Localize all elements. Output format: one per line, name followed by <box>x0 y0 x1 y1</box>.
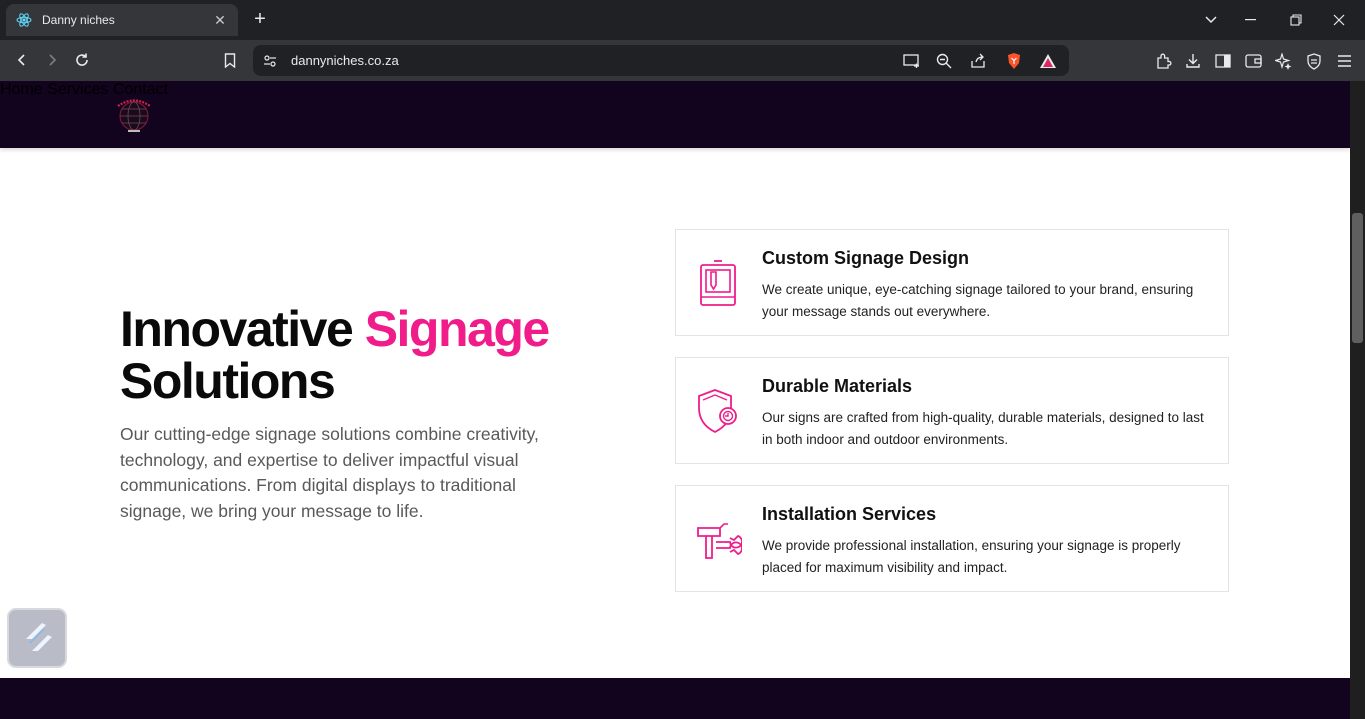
bookmark-icon[interactable] <box>217 48 243 72</box>
reload-button[interactable] <box>69 48 95 72</box>
hero-description: Our cutting-edge signage solutions combi… <box>120 424 539 521</box>
web-page: Home Services Contact Innovative Signage… <box>0 81 1350 719</box>
address-bar[interactable]: dannyniches.co.za <box>253 45 1069 76</box>
cast-icon[interactable] <box>902 52 920 70</box>
minimize-button[interactable] <box>1229 0 1271 40</box>
forward-button[interactable] <box>39 48 65 72</box>
nav-services-link[interactable]: Services <box>47 81 108 98</box>
service-description: We create unique, eye-catching signage t… <box>762 282 1194 319</box>
design-icon <box>700 260 736 306</box>
back-button[interactable] <box>9 48 35 72</box>
hero-title-part2: Solutions <box>120 353 336 409</box>
hero-title-accent: Signage <box>364 301 550 357</box>
sidebar-icon[interactable] <box>1213 51 1233 71</box>
service-description: Our signs are crafted from high-quality,… <box>762 410 1204 447</box>
close-window-button[interactable] <box>1318 0 1360 40</box>
new-tab-button[interactable]: + <box>250 8 270 30</box>
site-logo-icon[interactable] <box>113 95 157 135</box>
browser-tabbar: Danny niches ✕ + <box>0 0 1365 40</box>
page-scrollbar[interactable] <box>1350 81 1365 719</box>
footer-band <box>0 678 1350 719</box>
service-card-installation: Installation Services We provide profess… <box>675 485 1229 592</box>
nav-home-link[interactable]: Home <box>0 81 43 98</box>
scrollbar-thumb[interactable] <box>1352 213 1363 343</box>
brave-rewards-icon[interactable] <box>1039 52 1057 70</box>
tab-search-chevron-icon[interactable] <box>1190 0 1232 40</box>
browser-tab[interactable]: Danny niches ✕ <box>6 4 238 36</box>
downloads-icon[interactable] <box>1183 51 1203 71</box>
share-icon[interactable] <box>969 52 987 70</box>
shield-icon <box>698 389 737 434</box>
extensions-icon[interactable] <box>1153 51 1173 71</box>
tab-title: Danny niches <box>42 13 115 27</box>
service-card-design: Custom Signage Design We create unique, … <box>675 229 1229 336</box>
service-description: We provide professional installation, en… <box>762 538 1181 575</box>
brave-shields-icon[interactable] <box>1005 52 1023 70</box>
site-info-icon[interactable] <box>261 52 279 70</box>
url-text[interactable]: dannyniches.co.za <box>291 53 399 68</box>
tab-close-icon[interactable]: ✕ <box>212 12 228 29</box>
tools-icon <box>697 523 742 559</box>
restore-button[interactable] <box>1275 0 1317 40</box>
service-title: Durable Materials <box>762 376 913 396</box>
wallet-icon[interactable] <box>1243 51 1263 71</box>
leo-ai-icon[interactable] <box>1273 51 1293 71</box>
service-title: Custom Signage Design <box>762 248 970 268</box>
react-favicon-icon <box>16 13 32 27</box>
hero-title-part1: Innovative <box>120 301 365 357</box>
widget-logo-icon <box>26 623 52 651</box>
service-title: Installation Services <box>762 504 937 524</box>
hero-title: Innovative Signage Solutions <box>120 301 550 409</box>
site-header: Home Services Contact <box>0 81 1350 148</box>
menu-icon[interactable] <box>1334 51 1354 71</box>
floating-widget-button[interactable] <box>7 608 67 668</box>
zoom-icon[interactable] <box>935 52 953 70</box>
vpn-shield-icon[interactable] <box>1304 51 1324 71</box>
service-card-materials: Durable Materials Our signs are crafted … <box>675 357 1229 464</box>
